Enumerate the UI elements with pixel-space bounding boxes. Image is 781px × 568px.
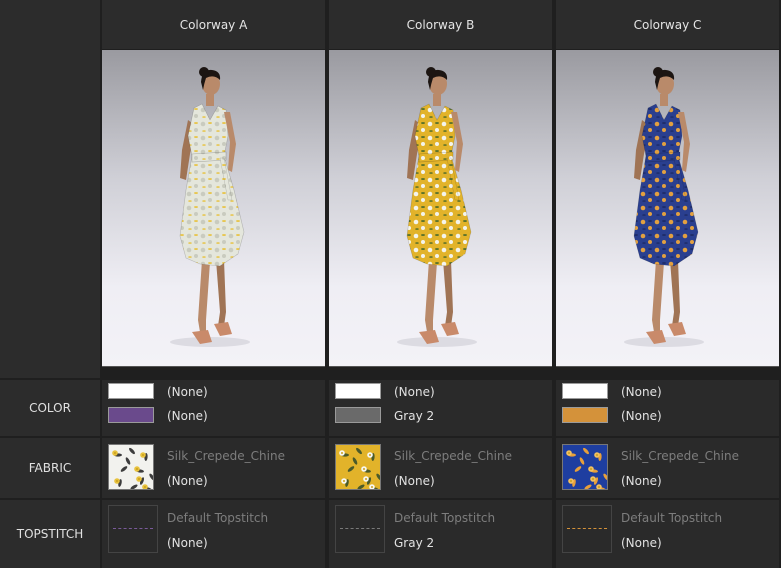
color-swatch-label: (None)	[167, 385, 208, 399]
stitch-line-icon	[567, 528, 607, 529]
color-swatch[interactable]	[335, 383, 381, 399]
avatar-figure-a	[170, 67, 250, 347]
color-swatch[interactable]	[108, 383, 154, 399]
row-label-topstitch-text: TOPSTITCH	[16, 527, 84, 541]
row-label-color: COLOR	[0, 380, 100, 436]
color-swatch-label: (None)	[621, 385, 662, 399]
color-swatch-label: Gray 2	[394, 409, 435, 423]
topstitch-name: Default Topstitch	[621, 511, 723, 525]
fabric-name: Silk_Crepede_Chine	[394, 449, 512, 463]
avatar-figure-c	[624, 67, 704, 347]
color-swatch-label: (None)	[167, 409, 208, 423]
color-cell-a: (None) (None)	[102, 380, 325, 436]
stitch-line-icon	[113, 528, 153, 529]
topstitch-cell-a: Default Topstitch (None)	[102, 500, 325, 568]
fabric-value: (None)	[394, 474, 435, 488]
topstitch-name: Default Topstitch	[167, 511, 269, 525]
topstitch-thumbnail[interactable]	[335, 505, 385, 553]
fabric-value: (None)	[621, 474, 662, 488]
fabric-thumbnail[interactable]	[562, 444, 608, 490]
fabric-cell-a: Silk_Crepede_Chine (None)	[102, 438, 325, 498]
row-label-fabric: FABRIC	[0, 438, 100, 498]
color-swatch-label: (None)	[621, 409, 662, 423]
colorway-b-title: Colorway B	[406, 17, 475, 32]
topstitch-cell-b: Default Topstitch Gray 2	[329, 500, 552, 568]
color-swatch[interactable]	[562, 383, 608, 399]
fabric-thumbnail[interactable]	[108, 444, 154, 490]
fabric-cell-b: Silk_Crepede_Chine (None)	[329, 438, 552, 498]
topstitch-value: Gray 2	[394, 536, 435, 550]
fabric-pattern	[109, 445, 153, 489]
row-label-color-text: COLOR	[29, 401, 71, 415]
topstitch-cell-c: Default Topstitch (None)	[556, 500, 779, 568]
color-swatch[interactable]	[562, 407, 608, 423]
fabric-pattern	[336, 445, 380, 489]
stitch-line-icon	[340, 528, 380, 529]
colorway-b-header[interactable]: Colorway B	[329, 0, 552, 49]
fabric-name: Silk_Crepede_Chine	[167, 449, 285, 463]
fabric-value: (None)	[167, 474, 208, 488]
colorway-a-render[interactable]	[102, 50, 325, 367]
row-label-topstitch: TOPSTITCH	[0, 500, 100, 568]
fabric-name: Silk_Crepede_Chine	[621, 449, 739, 463]
corner-empty-cell	[0, 0, 100, 378]
topstitch-thumbnail[interactable]	[562, 505, 612, 553]
color-swatch[interactable]	[335, 407, 381, 423]
topstitch-thumbnail[interactable]	[108, 505, 158, 553]
color-swatch[interactable]	[108, 407, 154, 423]
colorway-c-header[interactable]: Colorway C	[556, 0, 779, 49]
colorway-a-title: Colorway A	[179, 17, 248, 32]
row-label-fabric-text: FABRIC	[28, 461, 72, 475]
color-cell-b: (None) Gray 2	[329, 380, 552, 436]
colorway-c-render[interactable]	[556, 50, 779, 367]
topstitch-name: Default Topstitch	[394, 511, 496, 525]
colorway-b-render[interactable]	[329, 50, 552, 367]
color-cell-c: (None) (None)	[556, 380, 779, 436]
color-swatch-label: (None)	[394, 385, 435, 399]
topstitch-value: (None)	[621, 536, 662, 550]
fabric-cell-c: Silk_Crepede_Chine (None)	[556, 438, 779, 498]
fabric-pattern	[563, 445, 607, 489]
fabric-thumbnail[interactable]	[335, 444, 381, 490]
colorway-c-title: Colorway C	[633, 17, 702, 32]
colorway-a-header[interactable]: Colorway A	[102, 0, 325, 49]
avatar-figure-b	[397, 67, 477, 347]
topstitch-value: (None)	[167, 536, 208, 550]
